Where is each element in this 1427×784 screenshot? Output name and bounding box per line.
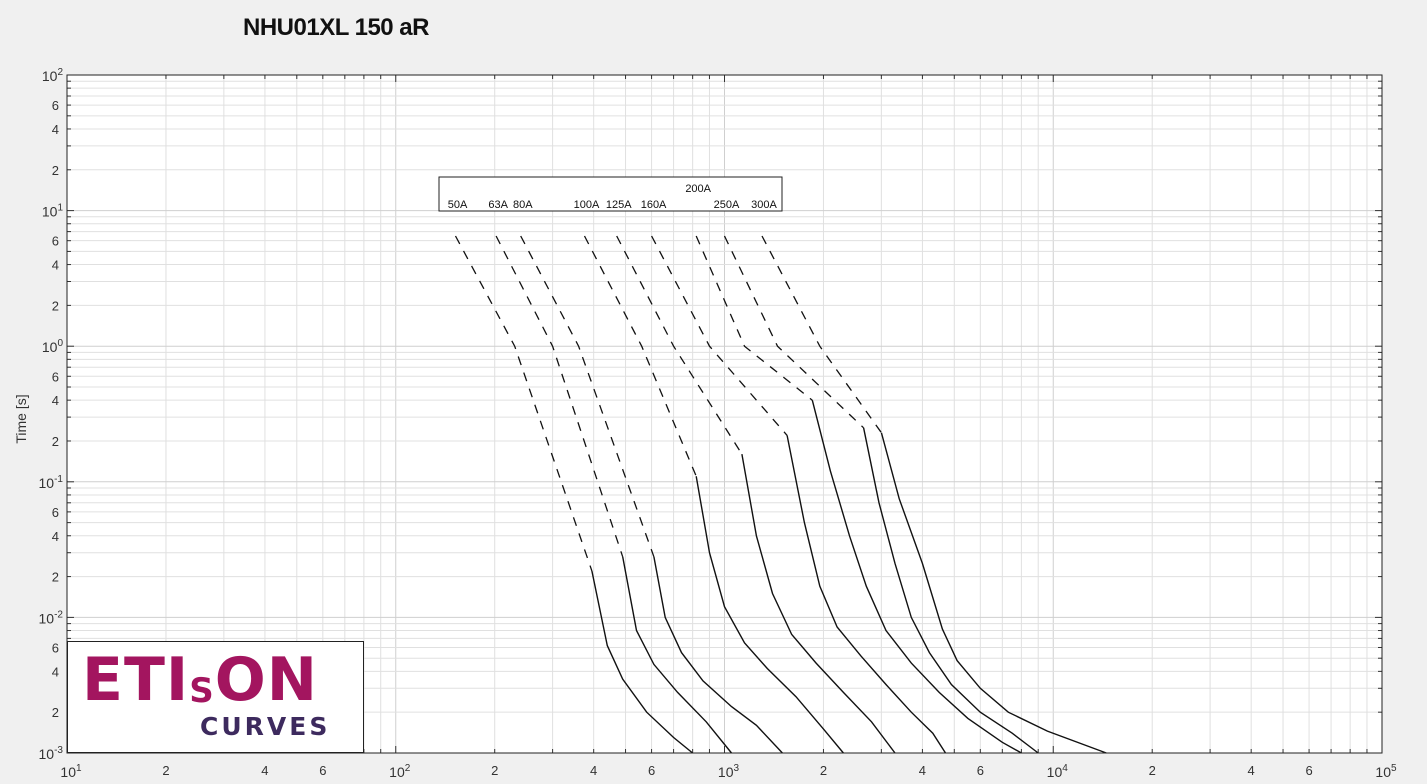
legend-entry: 80A [513,199,533,211]
y-tick-label: 10-2 [39,609,64,626]
legend-entry: 50A [448,199,468,211]
y-minor-tick-label: 4 [52,529,59,544]
x-minor-tick-label: 2 [820,763,827,778]
x-minor-tick-label: 2 [491,763,498,778]
logo-curves-text: CURVES [200,712,331,741]
x-tick-label: 101 [60,763,82,780]
y-minor-tick-label: 6 [52,234,59,249]
legend-entry: 100A [574,199,600,211]
y-minor-tick-label: 2 [52,570,59,585]
y-minor-tick-label: 4 [52,393,59,408]
y-minor-tick-label: 2 [52,434,59,449]
x-tick-label: 102 [389,763,411,780]
legend-entry: 300A [751,199,777,211]
y-tick-label: 100 [42,338,64,355]
y-minor-tick-label: 2 [52,705,59,720]
x-minor-tick-label: 6 [977,763,984,778]
y-minor-tick-label: 4 [52,664,59,679]
y-tick-label: 102 [42,67,64,84]
y-tick-label: 101 [42,203,64,220]
y-minor-tick-label: 6 [52,640,59,655]
y-minor-tick-label: 4 [52,122,59,137]
x-tick-label: 104 [1047,763,1069,780]
legend-entry: 125A [606,199,632,211]
y-minor-tick-label: 6 [52,369,59,384]
x-tick-label: 105 [1375,763,1397,780]
etison-curves-logo: ETISON CURVES [67,641,364,753]
y-minor-tick-label: 2 [52,163,59,178]
legend-entry: 63A [488,199,508,211]
x-minor-tick-label: 4 [261,763,268,778]
y-minor-tick-label: 2 [52,298,59,313]
x-minor-tick-label: 4 [919,763,926,778]
y-axis-label: Time [s] [13,394,29,443]
x-tick-label: 103 [718,763,740,780]
x-minor-tick-label: 6 [648,763,655,778]
y-minor-tick-label: 4 [52,258,59,273]
y-minor-tick-label: 6 [52,505,59,520]
x-minor-tick-label: 2 [1149,763,1156,778]
legend-entry: 200A [685,183,711,195]
logo-eti-text: ETISON [82,645,318,715]
x-minor-tick-label: 4 [1248,763,1255,778]
y-tick-label: 10-3 [39,745,64,762]
legend-entry: 250A [714,199,740,211]
legend-entry: 160A [641,199,667,211]
x-minor-tick-label: 6 [319,763,326,778]
x-minor-tick-label: 4 [590,763,597,778]
y-minor-tick-label: 6 [52,98,59,113]
y-tick-label: 10-1 [39,474,64,491]
x-minor-tick-label: 6 [1305,763,1312,778]
x-minor-tick-label: 2 [162,763,169,778]
